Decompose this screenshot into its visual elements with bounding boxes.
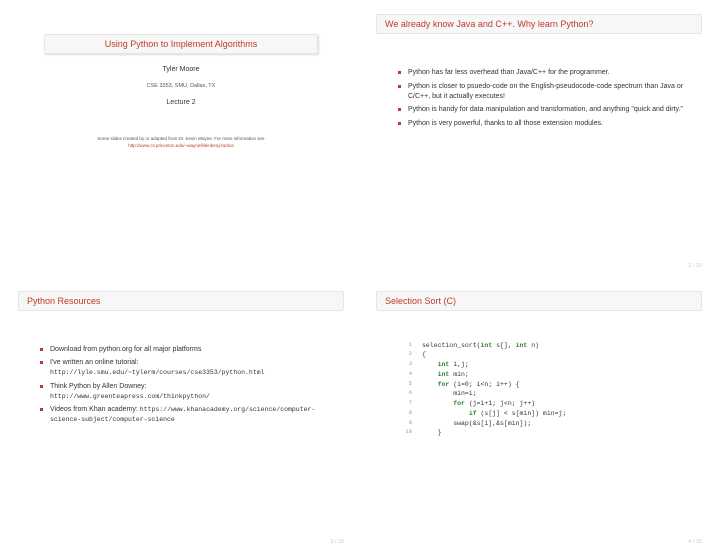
slide3-bullets: Download from python.org for all major p… — [32, 345, 330, 426]
bullet-text: Think Python by Allen Downey: — [50, 383, 147, 390]
slide1-title: Using Python to Implement Algorithms — [105, 39, 258, 49]
code-line: 7 for (j=i+1; j<n; j++) — [398, 399, 688, 409]
page-number: 4 / 33 — [688, 539, 702, 545]
course: CSE 3353, SMU, Dallas, TX — [4, 83, 358, 89]
slide2-title: We already know Java and C++. Why learn … — [385, 19, 593, 29]
lecture: Lecture 2 — [4, 99, 358, 106]
slide-title-bar: Using Python to Implement Algorithms — [44, 34, 318, 54]
slide-why-python: We already know Java and C++. Why learn … — [362, 4, 716, 277]
credit-text: Some slides created by or adapted from D… — [97, 136, 264, 141]
code-line: 9 swap(&s[i],&s[min]); — [398, 419, 688, 429]
code-text: for (j=i+1; j<n; j++) — [422, 400, 535, 407]
code-text: int i,j; — [422, 361, 469, 368]
code-line: 2{ — [398, 350, 688, 360]
line-number: 10 — [398, 428, 412, 436]
line-number: 8 — [398, 409, 412, 417]
bullet-text: I've written an online tutorial: — [50, 359, 139, 366]
credit-link[interactable]: http://www.cs.princeton.edu/~wayne/klein… — [128, 143, 233, 148]
slide3-title-bar: Python Resources — [18, 291, 344, 311]
slide4-title-bar: Selection Sort (C) — [376, 291, 702, 311]
slide-resources: Python Resources Download from python.or… — [4, 281, 358, 554]
code-text: selection_sort(int s[], int n) — [422, 342, 539, 349]
resource-link[interactable]: http://www.greenteapress.com/thinkpython… — [50, 393, 210, 400]
code-text: int min; — [422, 371, 469, 378]
list-item: I've written an online tutorial: http://… — [40, 358, 330, 378]
bullet-text: Python is handy for data manipulation an… — [408, 106, 683, 113]
line-number: 4 — [398, 370, 412, 378]
bullet-text: Download from python.org for all major p… — [50, 346, 201, 353]
list-item: Think Python by Allen Downey: http://www… — [40, 382, 330, 402]
slide2-bullets: Python has far less overhead than Java/C… — [390, 68, 688, 129]
list-item: Download from python.org for all major p… — [40, 345, 330, 355]
line-number: 6 — [398, 389, 412, 397]
code-text: { — [422, 351, 426, 358]
page-number: 2 / 33 — [688, 263, 702, 269]
code-line: 5 for (i=0; i<n; i++) { — [398, 380, 688, 390]
list-item: Python is closer to psuedo-code on the E… — [398, 82, 688, 102]
code-line: 4 int min; — [398, 370, 688, 380]
slide-title: Using Python to Implement Algorithms Tyl… — [4, 4, 358, 277]
line-number: 1 — [398, 341, 412, 349]
slide2-title-bar: We already know Java and C++. Why learn … — [376, 14, 702, 34]
code-line: 10 } — [398, 428, 688, 438]
code-text: min=i; — [422, 390, 477, 397]
page-number: 3 / 33 — [330, 539, 344, 545]
list-item: Python is handy for data manipulation an… — [398, 105, 688, 115]
author: Tyler Moore — [4, 66, 358, 73]
line-number: 5 — [398, 380, 412, 388]
slide4-title: Selection Sort (C) — [385, 296, 456, 306]
bullet-text: Python has far less overhead than Java/C… — [408, 69, 610, 76]
resource-link[interactable]: http://lyle.smu.edu/~tylerm/courses/cse3… — [50, 369, 265, 376]
line-number: 2 — [398, 350, 412, 358]
line-number: 9 — [398, 419, 412, 427]
list-item: Python is very powerful, thanks to all t… — [398, 119, 688, 129]
code-line: 8 if (s[j] < s[min]) min=j; — [398, 409, 688, 419]
code-line: 6 min=i; — [398, 389, 688, 399]
list-item: Python has far less overhead than Java/C… — [398, 68, 688, 78]
list-item: Videos from Khan academy: https://www.kh… — [40, 405, 330, 425]
code-text: swap(&s[i],&s[min]); — [422, 420, 531, 427]
code-line: 1 selection_sort(int s[], int n) — [398, 341, 688, 351]
bullet-text: Python is very powerful, thanks to all t… — [408, 120, 603, 127]
line-number: 7 — [398, 399, 412, 407]
slide-selection-sort: Selection Sort (C) 1 selection_sort(int s… — [362, 281, 716, 554]
credits: Some slides created by or adapted from D… — [4, 136, 358, 150]
line-number: 3 — [398, 360, 412, 368]
bullet-text: Videos from Khan academy: — [50, 406, 140, 413]
code-text: if (s[j] < s[min]) min=j; — [422, 410, 566, 417]
bullet-text: Python is closer to psuedo-code on the E… — [408, 83, 683, 100]
code-text: for (i=0; i<n; i++) { — [422, 381, 520, 388]
code-block: 1selection_sort(int s[], int n)2{3 int i… — [398, 341, 688, 439]
code-text: } — [422, 429, 442, 436]
slide3-title: Python Resources — [27, 296, 101, 306]
code-line: 3 int i,j; — [398, 360, 688, 370]
